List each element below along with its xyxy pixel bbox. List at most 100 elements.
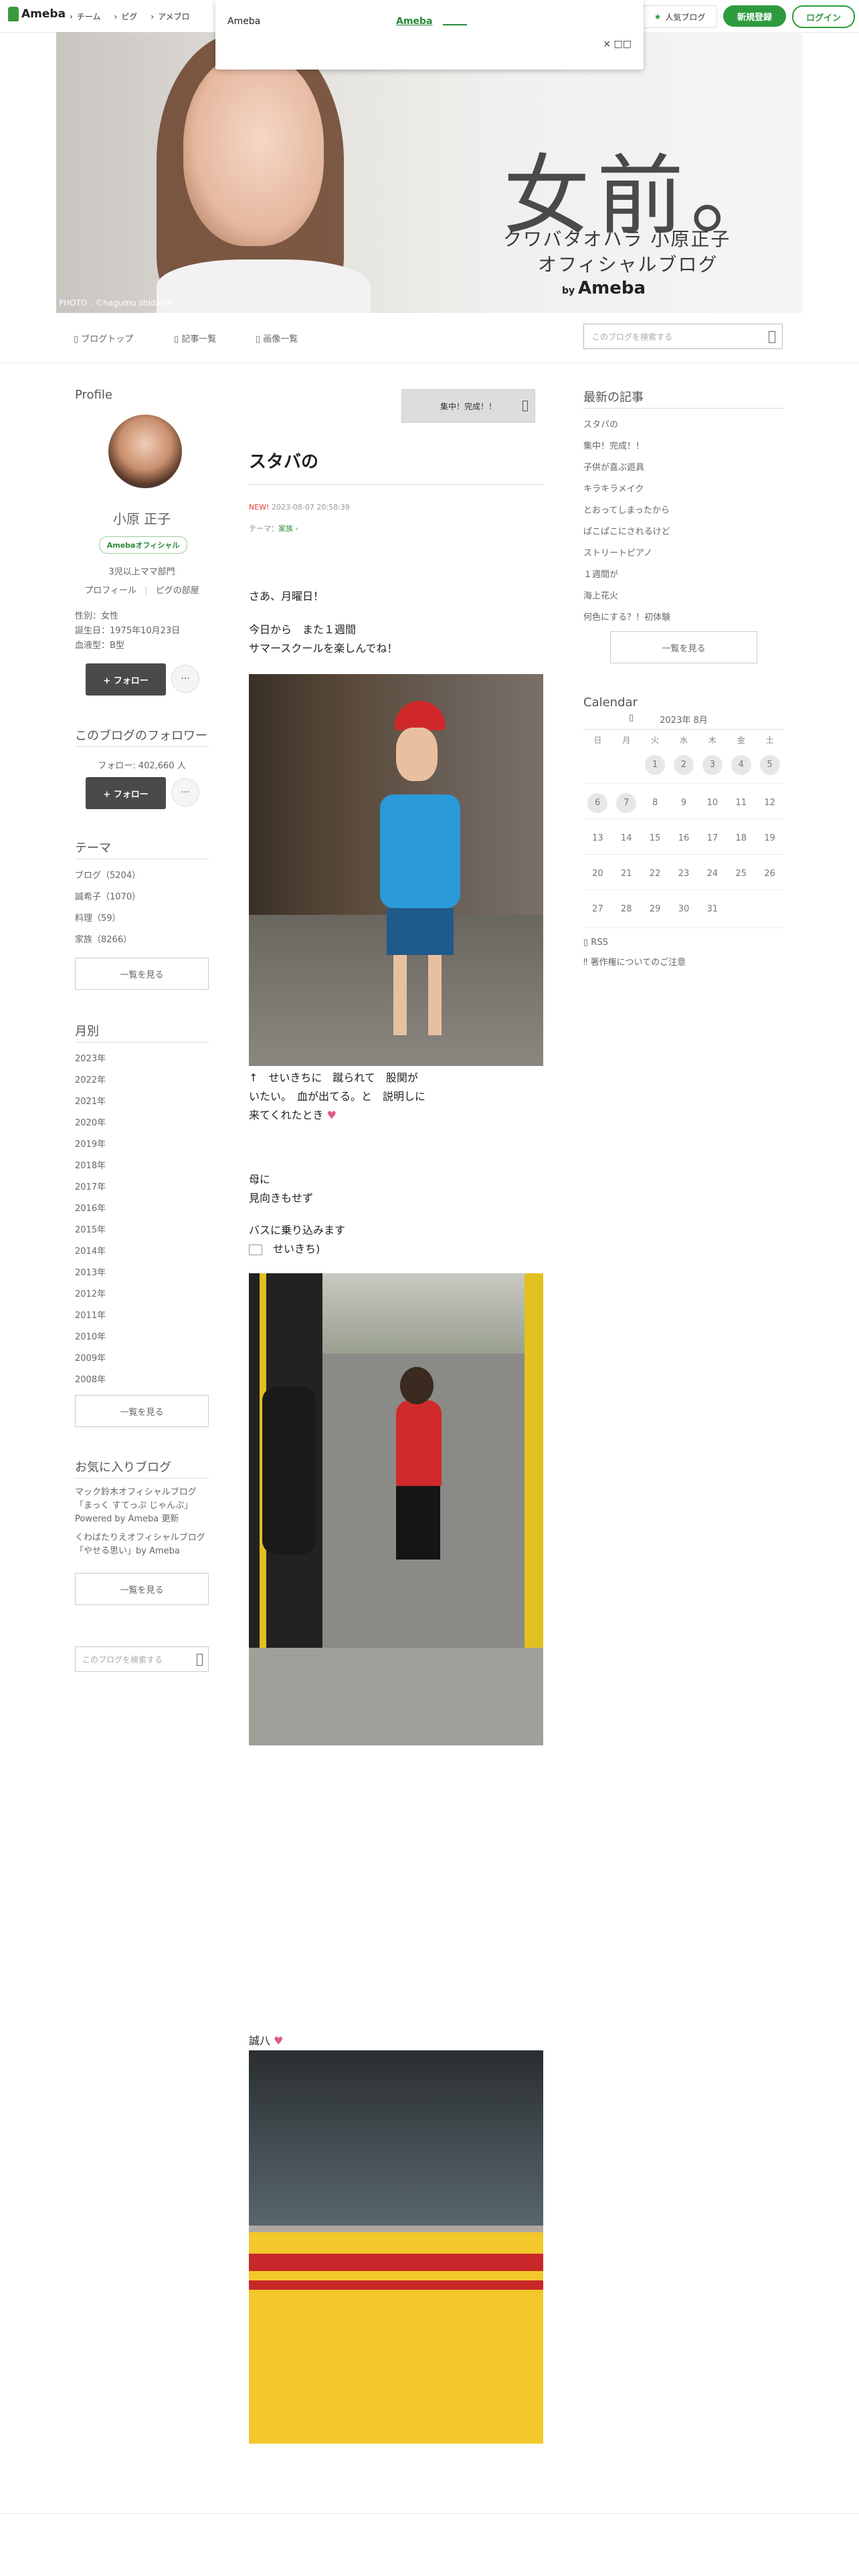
month-item[interactable]: 2023年 xyxy=(75,1051,106,1064)
search-icon[interactable] xyxy=(197,1654,203,1666)
recent-more-button[interactable]: 一覧を見る xyxy=(610,631,757,663)
month-item[interactable]: 2018年 xyxy=(75,1158,106,1171)
recent-article[interactable]: キラキラメイク xyxy=(583,481,644,494)
calendar-day[interactable]: 15 xyxy=(641,829,670,849)
theme-item[interactable]: 誠希子（1070） xyxy=(75,889,140,902)
profile-rank[interactable]: 3児以上ママ部門 xyxy=(75,564,209,577)
calendar-day[interactable]: 1 xyxy=(641,755,670,778)
month-item[interactable]: 2014年 xyxy=(75,1244,106,1257)
calendar-day[interactable]: 19 xyxy=(755,829,784,849)
follower-count[interactable]: フォロー: 402,660 人 xyxy=(75,758,209,771)
calendar-day[interactable]: 24 xyxy=(698,864,727,884)
recent-article[interactable]: １週間が xyxy=(583,567,618,580)
monthly-more-button[interactable]: 一覧を見る xyxy=(75,1395,209,1427)
calendar-day[interactable]: 22 xyxy=(641,864,670,884)
calendar-day[interactable]: 27 xyxy=(583,899,612,922)
calendar-day[interactable]: 6 xyxy=(583,793,612,813)
month-item[interactable]: 2016年 xyxy=(75,1201,106,1214)
calendar-day[interactable]: 20 xyxy=(583,864,612,884)
month-item[interactable]: 2008年 xyxy=(75,1372,106,1385)
popular-blog-button[interactable]: ★ 人気ブログ xyxy=(642,5,717,28)
theme-more-button[interactable]: 一覧を見る xyxy=(75,958,209,990)
nav-link-pigg[interactable]: ピグ xyxy=(114,11,137,22)
calendar-day[interactable]: 2 xyxy=(670,755,698,778)
theme-link[interactable]: 家族 xyxy=(278,524,293,533)
calendar-day[interactable]: 9 xyxy=(670,793,698,813)
popup-link[interactable]: Ameba xyxy=(396,16,432,27)
calendar-day[interactable]: 28 xyxy=(612,899,641,922)
rss-link[interactable]: ▯ RSS xyxy=(583,938,608,948)
calendar-day[interactable]: 11 xyxy=(727,793,755,813)
article-photo-bus[interactable] xyxy=(249,1273,543,1745)
avatar[interactable] xyxy=(108,415,182,488)
recent-article[interactable]: 子供が喜ぶ遊具 xyxy=(583,460,644,473)
recent-article[interactable]: スタバの xyxy=(583,417,618,430)
month-item[interactable]: 2009年 xyxy=(75,1351,106,1364)
favorites-more-button[interactable]: 一覧を見る xyxy=(75,1573,209,1605)
popup-close-button[interactable]: × □□ xyxy=(603,39,632,49)
theme-item[interactable]: 家族（8266） xyxy=(75,932,132,945)
recent-article[interactable]: ストリートピアノ xyxy=(583,546,652,558)
calendar-day[interactable]: 5 xyxy=(755,755,784,778)
nav-blog-top[interactable]: ▯ ブログトップ xyxy=(74,332,133,344)
calendar-day[interactable]: 7 xyxy=(612,793,641,813)
nav-image-list[interactable]: ▯ 画像一覧 xyxy=(256,332,298,344)
follow-button[interactable]: + フォロー xyxy=(86,663,166,695)
pigg-room-link[interactable]: ピグの部屋 xyxy=(156,586,199,596)
calendar-day[interactable]: 14 xyxy=(612,829,641,849)
article-photo-school-bus[interactable] xyxy=(249,2050,543,2444)
follow-button-2[interactable]: + フォロー xyxy=(86,777,166,809)
article-photo-boy[interactable] xyxy=(249,674,543,1066)
calendar-day[interactable]: 21 xyxy=(612,864,641,884)
nav-article-list[interactable]: ▯ 記事一覧 xyxy=(174,332,216,344)
calendar-day[interactable]: 23 xyxy=(670,864,698,884)
more-options-button-2[interactable]: ··· xyxy=(171,778,199,807)
calendar-day[interactable]: 31 xyxy=(698,899,727,922)
calendar-day[interactable]: 3 xyxy=(698,755,727,778)
search-icon[interactable] xyxy=(769,331,775,343)
signup-button[interactable]: 新規登録 xyxy=(723,5,786,27)
nav-link-ameblo[interactable]: アメブロ xyxy=(151,11,189,22)
month-item[interactable]: 2011年 xyxy=(75,1308,106,1321)
calendar-day[interactable]: 16 xyxy=(670,829,698,849)
recent-article[interactable]: とおってしまったから xyxy=(583,503,670,516)
favorite-blog-item[interactable]: マック鈴木オフィシャルブログ「まっく すてっぷ じゃんぷ」Powered by … xyxy=(75,1486,209,1526)
calendar-day[interactable]: 4 xyxy=(727,755,755,778)
copyright-link[interactable]: ‼ 著作権についてのご注意 xyxy=(583,955,686,968)
calendar-day[interactable]: 30 xyxy=(670,899,698,922)
next-article-button[interactable]: 集中！完成！！ xyxy=(401,389,535,423)
favorite-blog-item[interactable]: くわばたりえオフィシャルブログ「やせる思い」by Ameba xyxy=(75,1531,209,1558)
month-item[interactable]: 2022年 xyxy=(75,1073,106,1085)
calendar-day[interactable]: 8 xyxy=(641,793,670,813)
profile-link[interactable]: プロフィール xyxy=(84,586,136,596)
login-button[interactable]: ログイン xyxy=(792,5,855,28)
calendar-day[interactable]: 13 xyxy=(583,829,612,849)
calendar-day[interactable]: 10 xyxy=(698,793,727,813)
calendar-day[interactable]: 18 xyxy=(727,829,755,849)
month-item[interactable]: 2020年 xyxy=(75,1115,106,1128)
month-item[interactable]: 2021年 xyxy=(75,1094,106,1107)
calendar-day[interactable]: 25 xyxy=(727,864,755,884)
nav-link-team[interactable]: チーム xyxy=(70,11,101,22)
recent-article[interactable]: ぱこぱこにされるけど xyxy=(583,524,670,537)
theme-item[interactable]: 料理（59） xyxy=(75,911,121,924)
more-options-button[interactable]: ··· xyxy=(171,665,199,693)
month-item[interactable]: 2013年 xyxy=(75,1265,106,1278)
recent-article[interactable]: 何色にする？！初体験 xyxy=(583,610,670,623)
calendar-day[interactable]: 26 xyxy=(755,864,784,884)
recent-article[interactable]: 集中！完成！！ xyxy=(583,439,644,451)
ameba-logo[interactable]: Ameba xyxy=(8,7,66,21)
month-item[interactable]: 2010年 xyxy=(75,1329,106,1342)
month-item[interactable]: 2015年 xyxy=(75,1222,106,1235)
calendar-day[interactable]: 17 xyxy=(698,829,727,849)
article-title[interactable]: スタバの xyxy=(249,448,318,473)
calendar-day[interactable]: 29 xyxy=(641,899,670,922)
recent-article[interactable]: 海上花火 xyxy=(583,588,618,601)
calendar-day[interactable]: 12 xyxy=(755,793,784,813)
month-item[interactable]: 2012年 xyxy=(75,1287,106,1299)
blog-search-input[interactable]: このブログを検索する xyxy=(583,324,783,349)
sidebar-search-input[interactable]: このブログを検索する xyxy=(75,1646,209,1672)
month-item[interactable]: 2017年 xyxy=(75,1180,106,1192)
profile-name[interactable]: 小原 正子 xyxy=(75,508,209,528)
month-item[interactable]: 2019年 xyxy=(75,1137,106,1150)
